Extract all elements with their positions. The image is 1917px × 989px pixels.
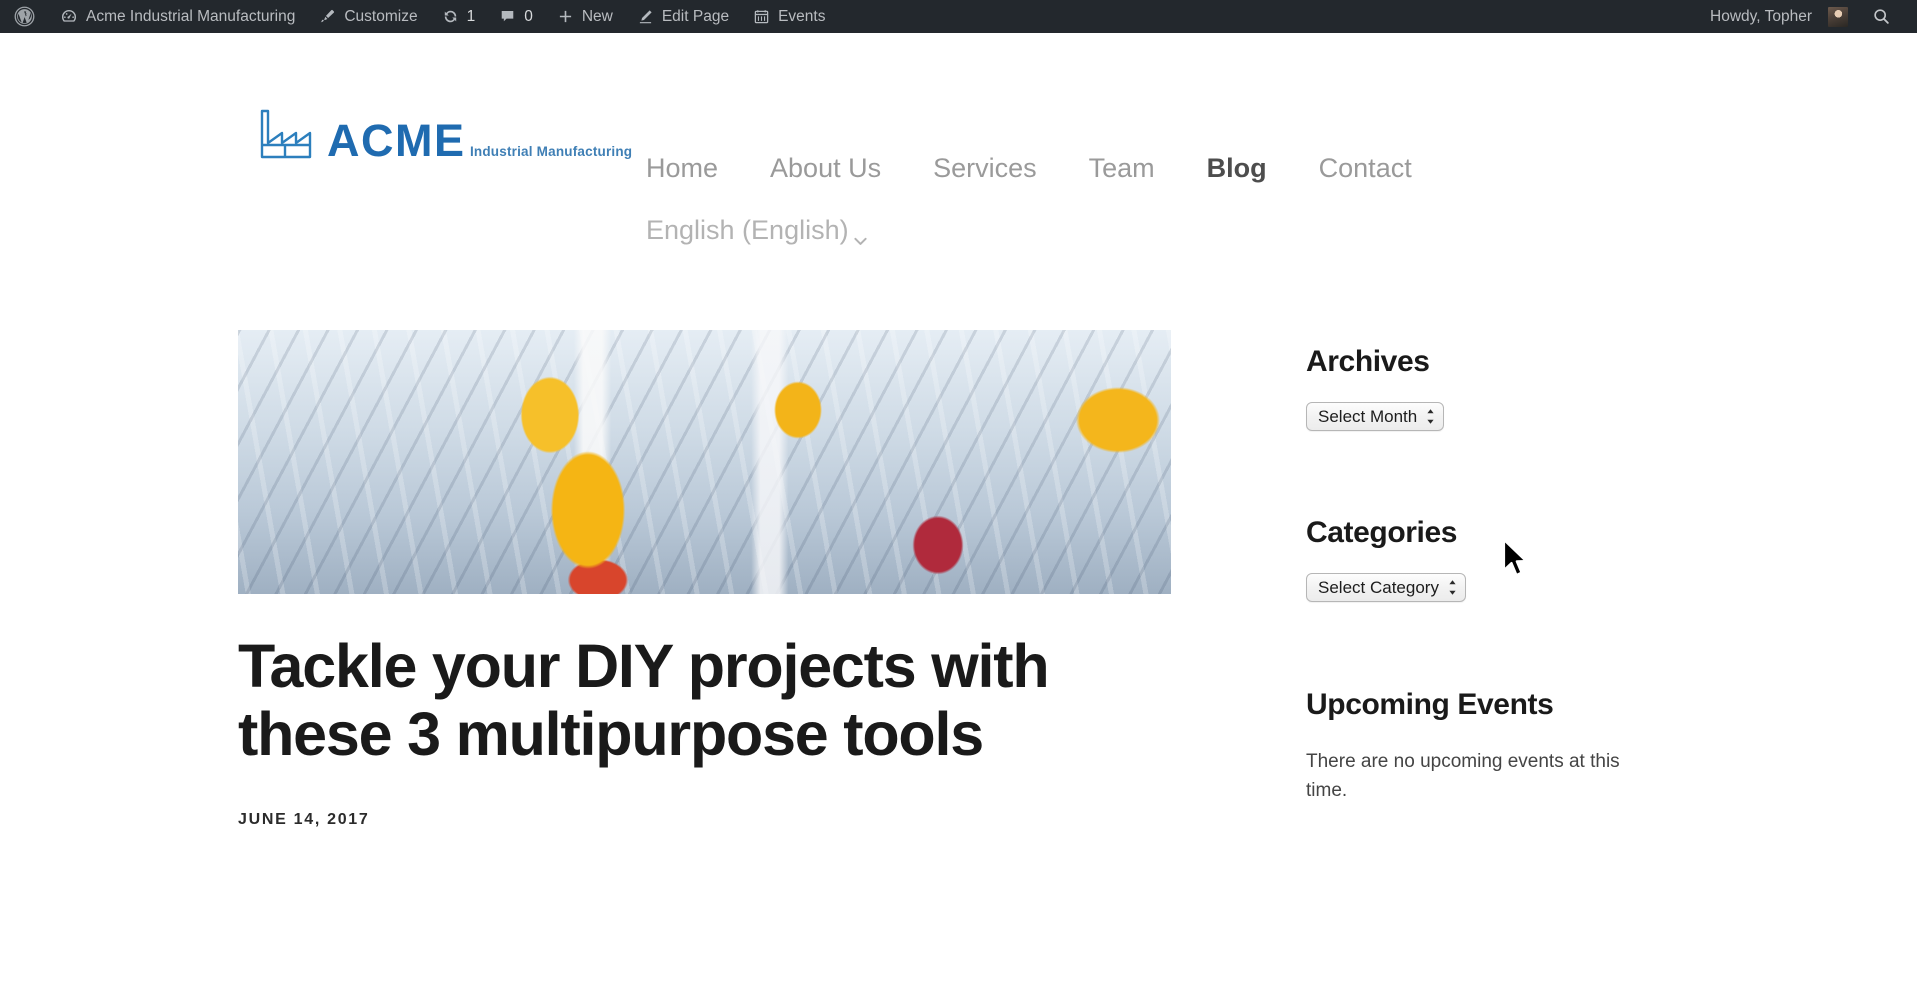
customize-label: Customize bbox=[344, 8, 417, 26]
sidebar: Archives Select Month Categories Sele bbox=[1306, 330, 1706, 805]
widget-upcoming-events: Upcoming Events There are no upcoming ev… bbox=[1306, 687, 1706, 805]
dashboard-icon bbox=[60, 8, 78, 26]
post-featured-image[interactable] bbox=[238, 330, 1171, 594]
nav-item-services[interactable]: Services bbox=[907, 146, 1063, 190]
customize-menu-item[interactable]: Customize bbox=[307, 0, 429, 33]
plus-icon bbox=[557, 8, 574, 25]
wordpress-logo-icon bbox=[14, 6, 35, 27]
blog-post: Tackle your DIY projects with these 3 mu… bbox=[238, 330, 1171, 829]
admin-bar-left-group: Acme Industrial Manufacturing Customize … bbox=[0, 0, 837, 33]
search-icon bbox=[1872, 7, 1891, 26]
site-logo[interactable]: ACME Industrial Manufacturing bbox=[259, 105, 632, 161]
pencil-icon bbox=[637, 8, 654, 25]
archives-title: Archives bbox=[1306, 344, 1706, 380]
site-name-menu-item[interactable]: Acme Industrial Manufacturing bbox=[48, 0, 307, 33]
main-navigation: Home About Us Services Team Blog Contact… bbox=[620, 146, 1650, 253]
logo-text-block: ACME Industrial Manufacturing bbox=[327, 118, 632, 163]
language-switcher[interactable]: English (English) bbox=[620, 208, 896, 252]
categories-select[interactable]: Select Category bbox=[1306, 573, 1466, 602]
new-label: New bbox=[582, 8, 613, 26]
language-switcher-label: English (English) bbox=[646, 212, 849, 248]
logo-subtitle: Industrial Manufacturing bbox=[470, 144, 632, 159]
categories-select-wrapper: Select Category bbox=[1306, 573, 1706, 602]
new-content-menu-item[interactable]: New bbox=[545, 0, 625, 33]
logo-title: ACME bbox=[327, 115, 466, 166]
my-account-menu-item[interactable]: Howdy, Topher bbox=[1698, 0, 1860, 33]
post-date: JUNE 14, 2017 bbox=[238, 811, 1171, 829]
upcoming-events-title: Upcoming Events bbox=[1306, 687, 1706, 723]
factory-icon bbox=[259, 105, 313, 161]
edit-page-label: Edit Page bbox=[662, 8, 729, 26]
comments-menu-item[interactable]: 0 bbox=[487, 0, 545, 33]
calendar-icon bbox=[753, 8, 770, 25]
widget-archives: Archives Select Month bbox=[1306, 344, 1706, 431]
avatar bbox=[1828, 7, 1848, 27]
upcoming-events-text: There are no upcoming events at this tim… bbox=[1306, 748, 1651, 805]
events-label: Events bbox=[778, 8, 825, 26]
archives-select[interactable]: Select Month bbox=[1306, 402, 1444, 431]
select-stepper-icon bbox=[1426, 408, 1435, 425]
nav-item-home[interactable]: Home bbox=[620, 146, 744, 190]
updates-refresh-icon bbox=[442, 8, 459, 25]
archives-select-value: Select Month bbox=[1318, 408, 1417, 425]
chevron-down-icon bbox=[851, 224, 870, 243]
widget-categories: Categories Select Category bbox=[1306, 515, 1706, 602]
site-header: ACME Industrial Manufacturing Home About… bbox=[0, 33, 1917, 283]
wp-logo-menu-item[interactable] bbox=[0, 0, 48, 33]
nav-item-contact[interactable]: Contact bbox=[1293, 146, 1438, 190]
nav-item-about-us[interactable]: About Us bbox=[744, 146, 907, 190]
updates-count: 1 bbox=[467, 8, 476, 26]
paintbrush-icon bbox=[319, 8, 336, 25]
select-stepper-icon bbox=[1448, 579, 1457, 596]
wp-admin-bar: Acme Industrial Manufacturing Customize … bbox=[0, 0, 1917, 33]
edit-page-menu-item[interactable]: Edit Page bbox=[625, 0, 741, 33]
nav-item-blog[interactable]: Blog bbox=[1181, 146, 1293, 190]
updates-menu-item[interactable]: 1 bbox=[430, 0, 488, 33]
nav-item-team[interactable]: Team bbox=[1063, 146, 1181, 190]
admin-bar-search-button[interactable] bbox=[1860, 0, 1903, 33]
archives-select-wrapper: Select Month bbox=[1306, 402, 1706, 431]
post-title[interactable]: Tackle your DIY projects with these 3 mu… bbox=[238, 632, 1138, 769]
admin-bar-right-group: Howdy, Topher bbox=[1698, 0, 1917, 33]
comments-count: 0 bbox=[524, 8, 533, 26]
howdy-label: Howdy, Topher bbox=[1710, 8, 1812, 26]
categories-select-value: Select Category bbox=[1318, 579, 1439, 596]
comment-bubble-icon bbox=[499, 8, 516, 25]
events-menu-item[interactable]: Events bbox=[741, 0, 837, 33]
site-name-label: Acme Industrial Manufacturing bbox=[86, 8, 295, 26]
categories-title: Categories bbox=[1306, 515, 1706, 551]
